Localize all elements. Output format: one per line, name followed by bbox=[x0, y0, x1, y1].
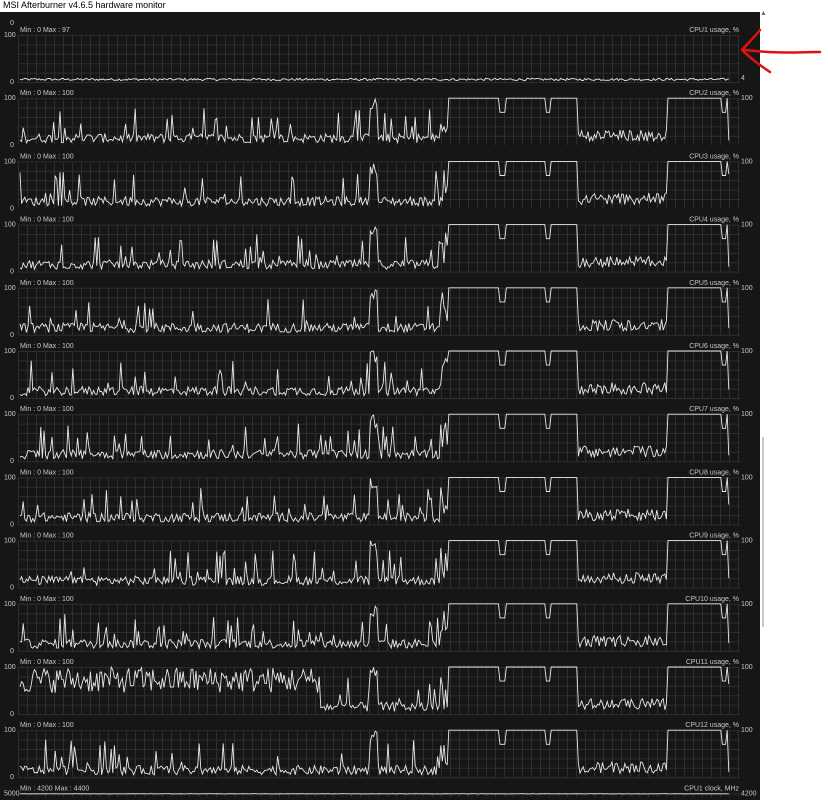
graph-name-label: CPU12 usage, % bbox=[685, 722, 739, 729]
scale-bottom-label: 0 bbox=[10, 205, 14, 212]
current-value-label: 100 bbox=[741, 95, 753, 102]
min-max-label: Min : 0 Max : 100 bbox=[20, 469, 74, 476]
graph-name-label: CPU2 usage, % bbox=[689, 90, 739, 97]
min-max-label: Min : 0 Max : 100 bbox=[20, 280, 74, 287]
graph-10 bbox=[18, 603, 740, 652]
graph-name-label: CPU5 usage, % bbox=[689, 280, 739, 287]
scale-top-label: 100 bbox=[4, 222, 16, 229]
graph-grid bbox=[18, 287, 740, 336]
scale-bottom-label: 0 bbox=[10, 79, 14, 86]
graph-grid bbox=[18, 35, 740, 83]
graph-7 bbox=[18, 413, 740, 463]
scale-top-label: 100 bbox=[4, 538, 16, 545]
scale-top-label: 5000 bbox=[4, 790, 20, 797]
graph-name-label: CPU1 usage, % bbox=[689, 27, 739, 34]
graph-9 bbox=[18, 540, 740, 589]
min-max-label: Min : 0 Max : 100 bbox=[20, 596, 74, 603]
graph-name-label: CPU8 usage, % bbox=[689, 469, 739, 476]
current-value-label: 100 bbox=[741, 727, 753, 734]
current-value-label: 100 bbox=[741, 158, 753, 165]
scale-top-label: 100 bbox=[4, 664, 16, 671]
graph-name-label: CPU4 usage, % bbox=[689, 217, 739, 224]
min-max-label: Min : 0 Max : 100 bbox=[20, 722, 74, 729]
current-value-label: 4200 bbox=[741, 790, 757, 797]
current-value-label: 100 bbox=[741, 285, 753, 292]
min-max-label: Min : 0 Max : 100 bbox=[20, 659, 74, 666]
graph-13 bbox=[18, 793, 740, 797]
scale-top-label: 100 bbox=[4, 158, 16, 165]
graph-1 bbox=[18, 35, 740, 83]
graph-3 bbox=[18, 160, 740, 209]
min-max-label: Min : 0 Max : 100 bbox=[20, 406, 74, 413]
graph-name-label: CPU1 clock, MHz bbox=[684, 785, 739, 792]
current-value-label: 100 bbox=[741, 222, 753, 229]
current-value-label: 100 bbox=[741, 538, 753, 545]
current-value-label: 100 bbox=[741, 411, 753, 418]
min-max-label: Min : 0 Max : 100 bbox=[20, 90, 74, 97]
graph-4 bbox=[18, 224, 740, 273]
min-max-label: Min : 0 Max : 100 bbox=[20, 343, 74, 350]
scale-top-label: 100 bbox=[4, 95, 16, 102]
scale-top-label: 100 bbox=[4, 411, 16, 418]
min-max-label: Min : 0 Max : 100 bbox=[20, 217, 74, 224]
min-max-label: Min : 0 Max : 100 bbox=[20, 533, 74, 540]
graph-grid bbox=[18, 224, 740, 273]
scale-bottom-label: 0 bbox=[10, 648, 14, 655]
monitor-graphs: 10000Min : 0 Max : 97 CPU1 usage, %41000M… bbox=[4, 20, 757, 797]
graph-12 bbox=[18, 729, 740, 779]
scale-top-label: 100 bbox=[4, 348, 16, 355]
min-max-label: Min : 0 Max : 97 bbox=[20, 27, 70, 34]
graph-5 bbox=[18, 287, 740, 336]
graph-name-label: CPU10 usage, % bbox=[685, 596, 739, 603]
graph-name-label: CPU7 usage, % bbox=[689, 406, 739, 413]
scale-bottom-label: 0 bbox=[10, 142, 14, 149]
graph-8 bbox=[18, 476, 740, 526]
current-value-label: 100 bbox=[741, 664, 753, 671]
graph-2 bbox=[18, 97, 740, 146]
scale-top-label: 100 bbox=[4, 727, 16, 734]
graph-name-label: CPU9 usage, % bbox=[689, 533, 739, 540]
current-value-label: 4 bbox=[741, 75, 745, 82]
graph-11 bbox=[18, 665, 740, 715]
current-value-label: 100 bbox=[741, 474, 753, 481]
scale-top-label: 100 bbox=[4, 474, 16, 481]
current-value-label: 100 bbox=[741, 348, 753, 355]
scale-top-above-label: 0 bbox=[10, 20, 14, 27]
scale-top-label: 100 bbox=[4, 285, 16, 292]
scale-bottom-label: 0 bbox=[10, 711, 14, 718]
graph-grid bbox=[18, 603, 740, 652]
scale-bottom-label: 0 bbox=[10, 458, 14, 465]
scale-bottom-label: 0 bbox=[10, 521, 14, 528]
graph-name-label: CPU6 usage, % bbox=[689, 343, 739, 350]
scale-bottom-label: 0 bbox=[10, 774, 14, 781]
current-value-label: 100 bbox=[741, 601, 753, 608]
graph-grid bbox=[18, 667, 740, 715]
scale-bottom-label: 0 bbox=[10, 269, 14, 276]
graph-name-label: CPU11 usage, % bbox=[686, 659, 739, 666]
min-max-label: Min : 4200 Max : 4400 bbox=[20, 785, 89, 792]
scale-bottom-label: 0 bbox=[10, 332, 14, 339]
scale-bottom-label: 0 bbox=[10, 395, 14, 402]
scale-top-label: 100 bbox=[4, 601, 16, 608]
scale-bottom-label: 0 bbox=[10, 585, 14, 592]
min-max-label: Min : 0 Max : 100 bbox=[20, 153, 74, 160]
graph-6 bbox=[18, 350, 740, 399]
graph-name-label: CPU3 usage, % bbox=[689, 153, 739, 160]
scale-top-label: 100 bbox=[4, 32, 16, 39]
